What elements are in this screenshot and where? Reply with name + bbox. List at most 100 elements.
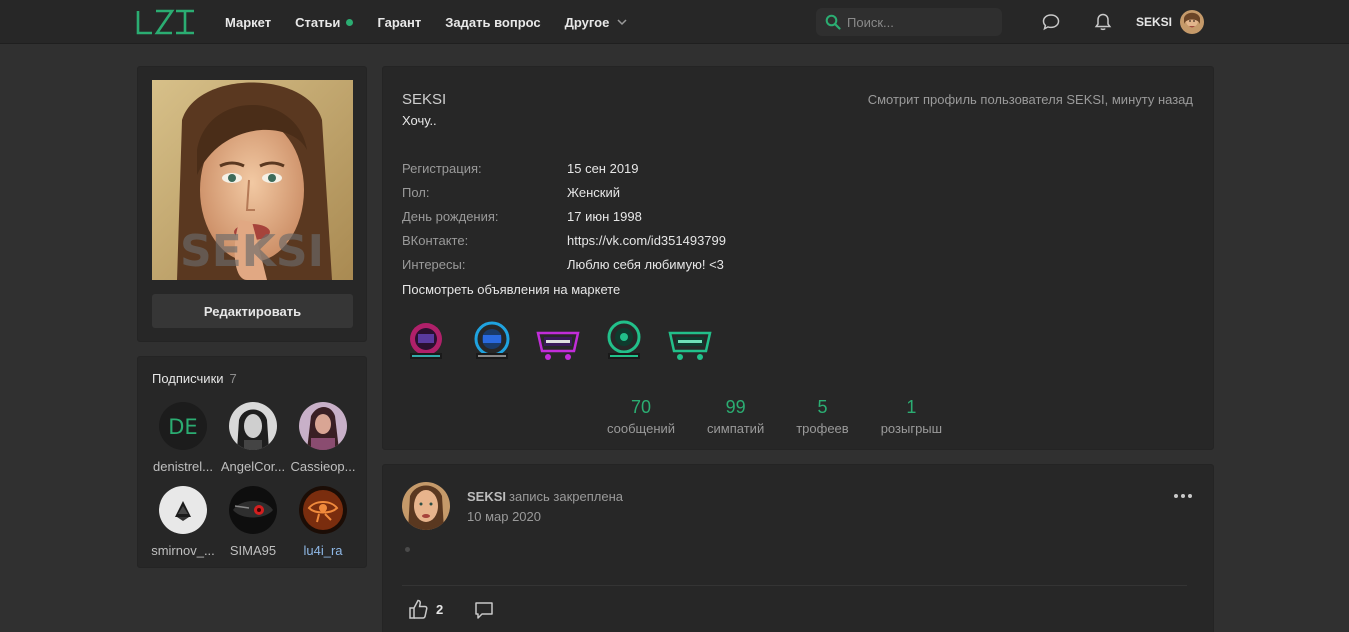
trophy-badge-icon[interactable] (402, 319, 450, 365)
trophy-badge-icon[interactable] (600, 319, 648, 365)
stat-messages[interactable]: 70 сообщений (607, 397, 675, 436)
bell-icon[interactable] (1093, 12, 1113, 32)
trophy-badges (402, 319, 732, 365)
info-row-vk: ВКонтакте: https://vk.com/id351493799 (402, 233, 902, 257)
vk-link[interactable]: https://vk.com/id351493799 (567, 233, 726, 248)
stat-likes[interactable]: 99 симпатий (707, 397, 764, 436)
info-row-gender: Пол: Женский (402, 185, 902, 209)
info-value: 17 июн 1998 (567, 209, 642, 224)
subscriber-item[interactable]: smirnov_... (148, 486, 218, 558)
chat-icon[interactable] (1041, 12, 1061, 32)
post-divider (402, 585, 1187, 586)
last-activity: Смотрит профиль пользователя SEKSI, мину… (867, 92, 1193, 107)
stat-value: 70 (631, 397, 652, 417)
info-row-interests: Интересы: Люблю себя любимую! <3 (402, 257, 902, 281)
pinned-post: SEKSI запись закреплена 10 мар 2020 2 (382, 464, 1214, 632)
user-menu[interactable]: SEKSI (1136, 10, 1205, 34)
info-key: День рождения: (402, 209, 499, 224)
info-key: Регистрация: (402, 161, 482, 176)
info-row-registration: Регистрация: 15 сен 2019 (402, 161, 902, 185)
subscriber-avatar (229, 486, 277, 534)
post-author-name[interactable]: SEKSI (467, 489, 506, 504)
post-content-bullet (405, 547, 410, 552)
trophy-badge-icon[interactable] (666, 319, 714, 365)
site-logo[interactable] (136, 8, 196, 36)
info-value: 15 сен 2019 (567, 161, 639, 176)
subscribers-title: Подписчики (152, 371, 224, 386)
profile-stats: 70 сообщений 99 симпатий 5 трофеев 1 роз… (607, 397, 974, 436)
post-action-text: запись закреплена (509, 489, 623, 504)
nav-ask-question[interactable]: Задать вопрос (445, 15, 540, 30)
top-navigation-bar: Маркет Статьи Гарант Задать вопрос Друго… (0, 0, 1349, 44)
subscriber-avatar (299, 486, 347, 534)
search-input[interactable] (847, 14, 987, 30)
stat-trophies[interactable]: 5 трофеев (796, 397, 848, 436)
subscriber-name: SIMA95 (229, 543, 277, 558)
more-options-icon[interactable] (1173, 491, 1193, 501)
subscribers-count: 7 (229, 371, 237, 386)
subscriber-name: denistrel... (153, 459, 213, 474)
stat-label: трофеев (796, 421, 849, 436)
info-value: Люблю себя любимую! <3 (567, 257, 724, 272)
main-nav: Маркет Статьи Гарант Задать вопрос Друго… (225, 0, 651, 44)
search-icon (825, 14, 841, 30)
search-box[interactable] (816, 8, 1002, 36)
info-key: Пол: (402, 185, 430, 200)
subscriber-name: Cassieop... (290, 459, 356, 474)
profile-status: Хочу.. (402, 113, 437, 128)
subscriber-name: AngelCor... (220, 459, 286, 474)
subscriber-name: smirnov_... (151, 543, 215, 558)
info-row-birthday: День рождения: 17 июн 1998 (402, 209, 902, 233)
subscriber-item[interactable]: Cassieop... (288, 402, 358, 474)
subscribers-heading[interactable]: Подписчики 7 (152, 371, 237, 386)
nav-other[interactable]: Другое (565, 15, 628, 30)
stat-label: симпатий (707, 421, 765, 436)
subscriber-avatar (299, 402, 347, 450)
header-avatar (1180, 10, 1205, 34)
post-author-avatar[interactable] (402, 482, 450, 530)
comment-icon[interactable] (473, 599, 495, 621)
trophy-badge-icon[interactable] (468, 319, 516, 365)
subscriber-avatar: DE (159, 402, 207, 450)
stat-value: 5 (817, 397, 828, 417)
nav-guarantor-label: Гарант (377, 14, 422, 30)
like-count: 2 (436, 602, 444, 617)
subscriber-avatar (159, 486, 207, 534)
stat-label: сообщений (607, 421, 676, 436)
profile-username: SEKSI (402, 91, 447, 108)
info-key: ВКонтакте: (402, 233, 469, 248)
stat-value: 1 (906, 397, 917, 417)
edit-profile-button[interactable]: Редактировать (152, 294, 353, 328)
new-content-dot (346, 18, 354, 26)
nav-ask-question-label: Задать вопрос (445, 14, 541, 30)
subscriber-item[interactable]: DE denistrel... (148, 402, 218, 474)
thumbs-up-icon[interactable] (407, 598, 429, 620)
subscriber-avatar (229, 402, 277, 450)
chevron-down-icon (617, 19, 627, 26)
info-value: Женский (567, 185, 620, 200)
nav-market-label: Маркет (225, 14, 272, 30)
profile-avatar[interactable]: SEKSI (152, 80, 353, 280)
subscriber-item[interactable]: lu4i_ra (288, 486, 358, 558)
post-date[interactable]: 10 мар 2020 (467, 509, 541, 524)
stat-giveaways[interactable]: 1 розыгрыш (881, 397, 942, 436)
nav-market[interactable]: Маркет (225, 15, 271, 30)
trophy-badge-icon[interactable] (534, 319, 582, 365)
stat-value: 99 (725, 397, 746, 417)
avatar-panel: SEKSI Редактировать (137, 66, 367, 342)
nav-articles-label: Статьи (295, 14, 341, 30)
info-key: Интересы: (402, 257, 466, 272)
profile-info-panel: SEKSI Хочу.. Смотрит профиль пользовател… (382, 66, 1214, 450)
nav-guarantor[interactable]: Гарант (377, 15, 421, 30)
subscriber-item[interactable]: AngelCor... (218, 402, 288, 474)
nav-other-label: Другое (564, 14, 610, 30)
header-username: SEKSI (1136, 15, 1173, 29)
market-listings-link[interactable]: Посмотреть объявления на маркете (402, 282, 620, 297)
subscriber-item[interactable]: SIMA95 (218, 486, 288, 558)
subscriber-name: lu4i_ra (303, 543, 343, 558)
profile-details: Регистрация: 15 сен 2019 Пол: Женский Де… (402, 161, 902, 281)
subscribers-panel: Подписчики 7 DE denistrel... AngelCor... … (137, 356, 367, 568)
nav-articles[interactable]: Статьи (295, 14, 354, 30)
stat-label: розыгрыш (880, 421, 943, 436)
svg-text:DE: DE (168, 415, 197, 439)
